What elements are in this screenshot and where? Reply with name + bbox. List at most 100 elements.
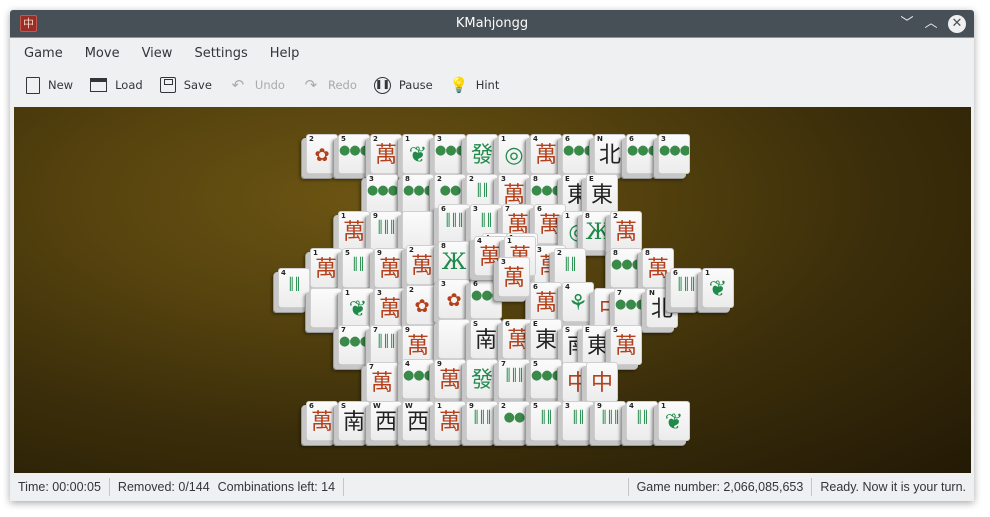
tile-face: 萬: [614, 334, 637, 359]
menu-view[interactable]: View: [142, 46, 184, 61]
mahjong-tile[interactable]: 8 ●●●: [402, 174, 434, 214]
tile-face: 東: [534, 328, 557, 353]
mahjong-tile[interactable]: 5 ║║: [342, 248, 374, 288]
mahjong-tile[interactable]: 發: [466, 359, 498, 399]
mahjong-tile[interactable]: 5萬: [610, 325, 642, 365]
redo-button[interactable]: ↷ Redo: [302, 76, 357, 94]
mahjong-tile[interactable]: 9 ║║║: [370, 211, 402, 251]
tile-face: 萬: [410, 254, 433, 279]
maximize-button[interactable]: ︿: [922, 15, 940, 33]
mahjong-tile[interactable]: 1 ❦: [342, 288, 374, 328]
mahjong-tile[interactable]: 4 ●●●: [402, 359, 434, 399]
mahjong-tile[interactable]: 6 ║║║: [670, 268, 702, 308]
mahjong-tile[interactable]: [310, 288, 342, 328]
game-board[interactable]: 2 ✿ 5 ●●● 2 萬 1 ❦ 3 ●●● 發 1 ◎ 4 萬 6 ●●● N 北 6 ●●● 3 ●●● 3 ●●● 8 ●●…: [14, 107, 971, 473]
mahjong-tile[interactable]: 1萬: [310, 248, 342, 288]
mahjong-tile[interactable]: 7 ║║║: [498, 359, 530, 399]
pause-button[interactable]: ❚❚ Pause: [373, 76, 433, 94]
tile-face: 萬: [646, 257, 669, 282]
tile-face: ║║: [351, 257, 365, 271]
close-button[interactable]: ✕: [948, 15, 966, 33]
menu-move[interactable]: Move: [85, 46, 131, 61]
mahjong-tile[interactable]: 4萬: [530, 134, 562, 174]
mahjong-tile[interactable]: E東: [586, 174, 618, 214]
mahjong-tile[interactable]: 1萬: [434, 401, 466, 441]
tile-index: 2: [469, 175, 474, 183]
mahjong-tile[interactable]: 8Ж: [438, 241, 470, 281]
tile-face: ║║: [479, 213, 493, 227]
load-label: Load: [115, 78, 143, 92]
undo-button[interactable]: ↶ Undo: [229, 76, 285, 94]
mahjong-tile[interactable]: 5 ●●●: [338, 134, 370, 174]
mahjong-tile[interactable]: 1 ❦: [658, 401, 690, 441]
mahjong-tile[interactable]: 1 ◎: [498, 134, 530, 174]
menu-settings[interactable]: Settings: [194, 46, 258, 61]
mahjong-tile[interactable]: 1萬: [338, 211, 370, 251]
minimize-button[interactable]: ﹀: [898, 15, 916, 33]
mahjong-tile[interactable]: E東: [530, 319, 562, 359]
mahjong-tile[interactable]: 6 ║║║: [438, 204, 470, 244]
mahjong-tile[interactable]: 9 ║║║: [594, 401, 626, 441]
mahjong-tile[interactable]: 6萬: [306, 401, 338, 441]
mahjong-tile[interactable]: W西: [370, 401, 402, 441]
mahjong-tile[interactable]: 2萬: [610, 211, 642, 251]
mahjong-tile[interactable]: 2 ✿: [306, 134, 338, 174]
title-bar[interactable]: 中 KMahjongg ﹀ ︿ ✕: [10, 10, 974, 38]
menu-game[interactable]: Game: [24, 46, 74, 61]
mahjong-tile[interactable]: 7 ●●●: [338, 325, 370, 365]
mahjong-tile[interactable]: 9 ║║║: [466, 401, 498, 441]
mahjong-tile[interactable]: W西: [402, 401, 434, 441]
status-combinations: Combinations left: 14: [218, 478, 345, 496]
mahjong-tile[interactable]: 5 ║║: [530, 401, 562, 441]
mahjong-tile[interactable]: 6萬: [530, 282, 562, 322]
undo-label: Undo: [254, 78, 285, 92]
mahjong-tile[interactable]: 3 ✿: [438, 279, 470, 319]
tile-index: 6: [441, 205, 446, 213]
mahjong-tile[interactable]: 1 ❦: [402, 134, 434, 174]
tile-face: ║║║: [504, 368, 525, 382]
new-button[interactable]: New: [26, 76, 73, 94]
mahjong-tile[interactable]: 2 ●●: [498, 401, 530, 441]
mahjong-tile[interactable]: 9萬: [434, 359, 466, 399]
mahjong-tile[interactable]: 6 ●●●: [626, 134, 658, 174]
mahjong-tile[interactable]: 9萬: [374, 248, 406, 288]
save-label: Save: [183, 78, 212, 92]
mahjong-tile[interactable]: 3 ●●●: [366, 174, 398, 214]
mahjong-tile[interactable]: 3萬: [498, 257, 530, 297]
mahjong-tile[interactable]: 8 ●●●: [610, 248, 642, 288]
tile-face: 萬: [370, 371, 393, 396]
mahjong-tile[interactable]: 2萬: [370, 134, 402, 174]
mahjong-tile[interactable]: 7萬: [366, 362, 398, 402]
mahjong-tile[interactable]: 3 ║║: [562, 401, 594, 441]
mahjong-tile[interactable]: 1 ❦: [702, 268, 734, 308]
mahjong-tile[interactable]: S南: [338, 401, 370, 441]
mahjong-tile[interactable]: 4 ⚘: [562, 282, 594, 322]
mahjong-tile[interactable]: 中: [586, 362, 618, 402]
load-button[interactable]: Load: [90, 78, 143, 92]
hint-button[interactable]: 💡 Hint: [450, 76, 500, 94]
mahjong-tile[interactable]: 6 ●●●: [562, 134, 594, 174]
mahjong-tile[interactable]: 3萬: [374, 288, 406, 328]
mahjong-tile[interactable]: 7 ║║║: [370, 325, 402, 365]
tile-face: ║║: [571, 410, 585, 424]
mahjong-tile[interactable]: 4 ║║: [278, 268, 310, 308]
mahjong-tile[interactable]: 3 ●●●: [658, 134, 690, 174]
mahjong-tile[interactable]: 2萬: [406, 245, 438, 285]
mahjong-tile[interactable]: 3 ●●●: [434, 134, 466, 174]
tile-index: 2: [501, 402, 506, 410]
tile-face: ❦: [664, 410, 684, 435]
mahjong-tile[interactable]: 5 ●●●: [530, 359, 562, 399]
tile-face: 西: [374, 410, 397, 435]
mahjong-tile[interactable]: S南: [470, 319, 502, 359]
mahjong-tile[interactable]: N北: [594, 134, 626, 174]
tile-face: ║║║: [444, 213, 465, 227]
mahjong-tile[interactable]: 4 ║║: [626, 401, 658, 441]
mahjong-tile[interactable]: [438, 319, 470, 359]
status-removed: Removed: 0/144: [117, 480, 210, 494]
mahjong-tile[interactable]: 7 ●●●: [614, 288, 646, 328]
mahjong-tile[interactable]: 2 ✿: [406, 285, 438, 325]
menu-help[interactable]: Help: [270, 46, 311, 61]
save-button[interactable]: Save: [159, 77, 212, 93]
mahjong-tile[interactable]: 發: [466, 134, 498, 174]
tile-face: 北: [598, 143, 621, 168]
